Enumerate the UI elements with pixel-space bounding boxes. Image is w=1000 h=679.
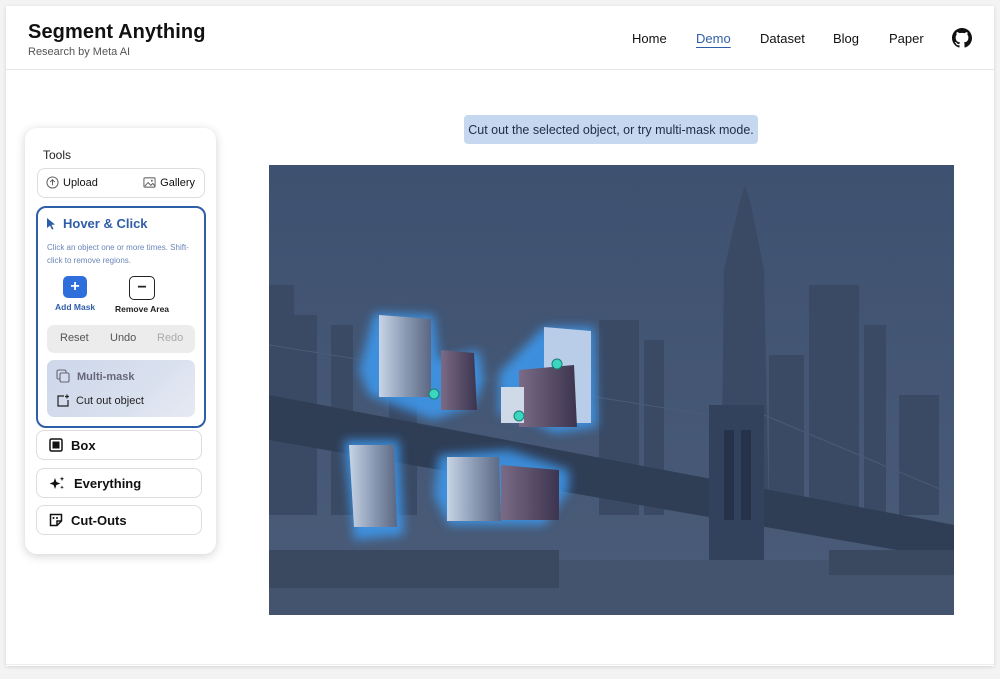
everything-label: Everything	[74, 475, 142, 491]
minus-icon: −	[129, 276, 156, 300]
add-mask-label: Add Mask	[55, 302, 96, 312]
click-point-marker[interactable]	[513, 410, 525, 422]
cut-out-object-button[interactable]: Cut out object	[56, 394, 144, 408]
upload-gallery-row: Upload Gallery	[37, 168, 205, 198]
undo-button[interactable]: Undo	[110, 332, 136, 344]
remove-area-label: Remove Area	[115, 304, 170, 314]
tools-label: Tools	[43, 148, 72, 162]
upload-button[interactable]: Upload	[46, 176, 98, 189]
cutouts-tool[interactable]: Cut-Outs	[36, 505, 202, 535]
add-mask-button[interactable]: + Add Mask	[55, 276, 95, 312]
site-title[interactable]: Segment Anything	[28, 21, 206, 44]
upload-icon	[46, 176, 59, 189]
gallery-icon	[143, 177, 156, 188]
header-divider	[6, 69, 994, 70]
github-icon[interactable]	[952, 28, 972, 48]
nav-home[interactable]: Home	[632, 31, 667, 46]
cutouts-icon	[49, 513, 63, 527]
box-label: Box	[71, 437, 96, 453]
footer-divider	[6, 664, 994, 665]
cut-out-label: Cut out object	[76, 395, 144, 407]
instruction-banner: Cut out the selected object, or try mult…	[464, 115, 758, 144]
cutouts-label: Cut-Outs	[71, 512, 127, 528]
redo-button[interactable]: Redo	[157, 332, 183, 344]
hover-click-tool[interactable]: Hover & Click Click an object one or mor…	[36, 206, 206, 428]
click-point-marker[interactable]	[551, 358, 563, 370]
box-icon	[49, 438, 63, 452]
multi-mask-label: Multi-mask	[77, 370, 135, 383]
nav-demo[interactable]: Demo	[696, 31, 731, 46]
multi-mask-button[interactable]: Multi-mask	[56, 369, 134, 384]
tools-panel: Tools Upload Gallery Hover & Click Click…	[25, 128, 216, 554]
mask-options: Multi-mask Cut out object	[47, 360, 195, 417]
upload-label: Upload	[63, 176, 98, 189]
gallery-button[interactable]: Gallery	[143, 176, 195, 189]
box-tool[interactable]: Box	[36, 430, 202, 460]
remove-area-button[interactable]: − Remove Area	[115, 276, 169, 314]
click-point-marker[interactable]	[428, 388, 440, 400]
reset-button[interactable]: Reset	[60, 332, 89, 344]
page-frame: Segment Anything Research by Meta AI Hom…	[6, 6, 994, 666]
history-controls: Reset Undo Redo	[47, 325, 195, 353]
everything-tool[interactable]: Everything	[36, 468, 202, 498]
gallery-label: Gallery	[160, 176, 195, 189]
site-subtitle: Research by Meta AI	[28, 46, 131, 58]
sparkle-icon	[49, 476, 65, 489]
hover-click-description: Click an object one or more times. Shift…	[47, 243, 189, 265]
cursor-arrow-icon	[47, 218, 55, 230]
hover-click-header: Hover & Click	[46, 216, 148, 231]
segmentation-canvas[interactable]	[269, 165, 954, 615]
nav-dataset[interactable]: Dataset	[760, 31, 805, 46]
cut-out-icon	[57, 394, 69, 407]
multi-mask-icon	[56, 369, 70, 383]
nav-paper[interactable]: Paper	[889, 31, 924, 46]
plus-icon: +	[63, 276, 88, 298]
nav-blog[interactable]: Blog	[833, 31, 859, 46]
hover-click-title: Hover & Click	[63, 216, 148, 231]
